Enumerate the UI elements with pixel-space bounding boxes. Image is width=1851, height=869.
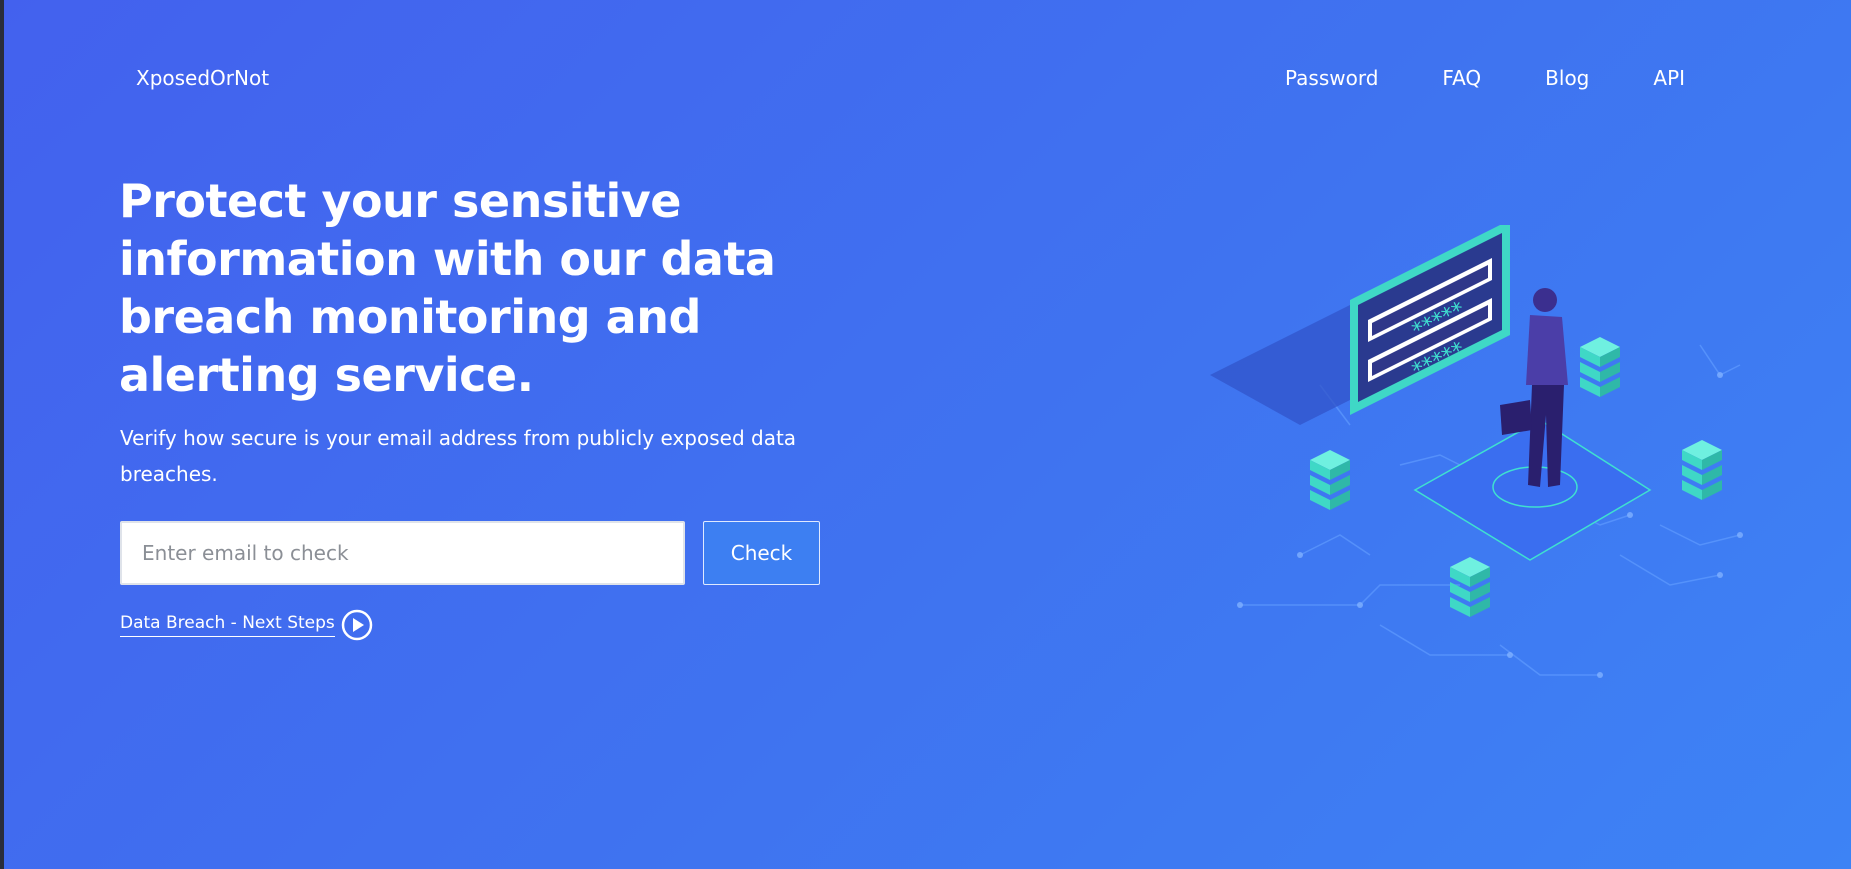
window-left-edge xyxy=(0,0,4,869)
nav-link-faq[interactable]: FAQ xyxy=(1442,66,1481,90)
nav-link-password[interactable]: Password xyxy=(1285,66,1378,90)
email-input[interactable] xyxy=(120,521,685,585)
security-illustration: ***** ***** xyxy=(1200,220,1750,685)
nav-link-blog[interactable]: Blog xyxy=(1545,66,1589,90)
hero-headline: Protect your sensitive information with … xyxy=(119,174,776,402)
top-nav: Password FAQ Blog API xyxy=(1285,66,1685,90)
brand-logo-link[interactable]: XposedOrNot xyxy=(136,66,269,90)
hero-subtext: Verify how secure is your email address … xyxy=(120,426,797,486)
next-steps-link[interactable]: Data Breach - Next Steps xyxy=(120,613,335,637)
play-circle-icon[interactable] xyxy=(341,609,373,641)
check-button[interactable]: Check xyxy=(703,521,820,585)
nav-link-api[interactable]: API xyxy=(1653,66,1685,90)
next-steps-row: Data Breach - Next Steps xyxy=(120,609,373,641)
